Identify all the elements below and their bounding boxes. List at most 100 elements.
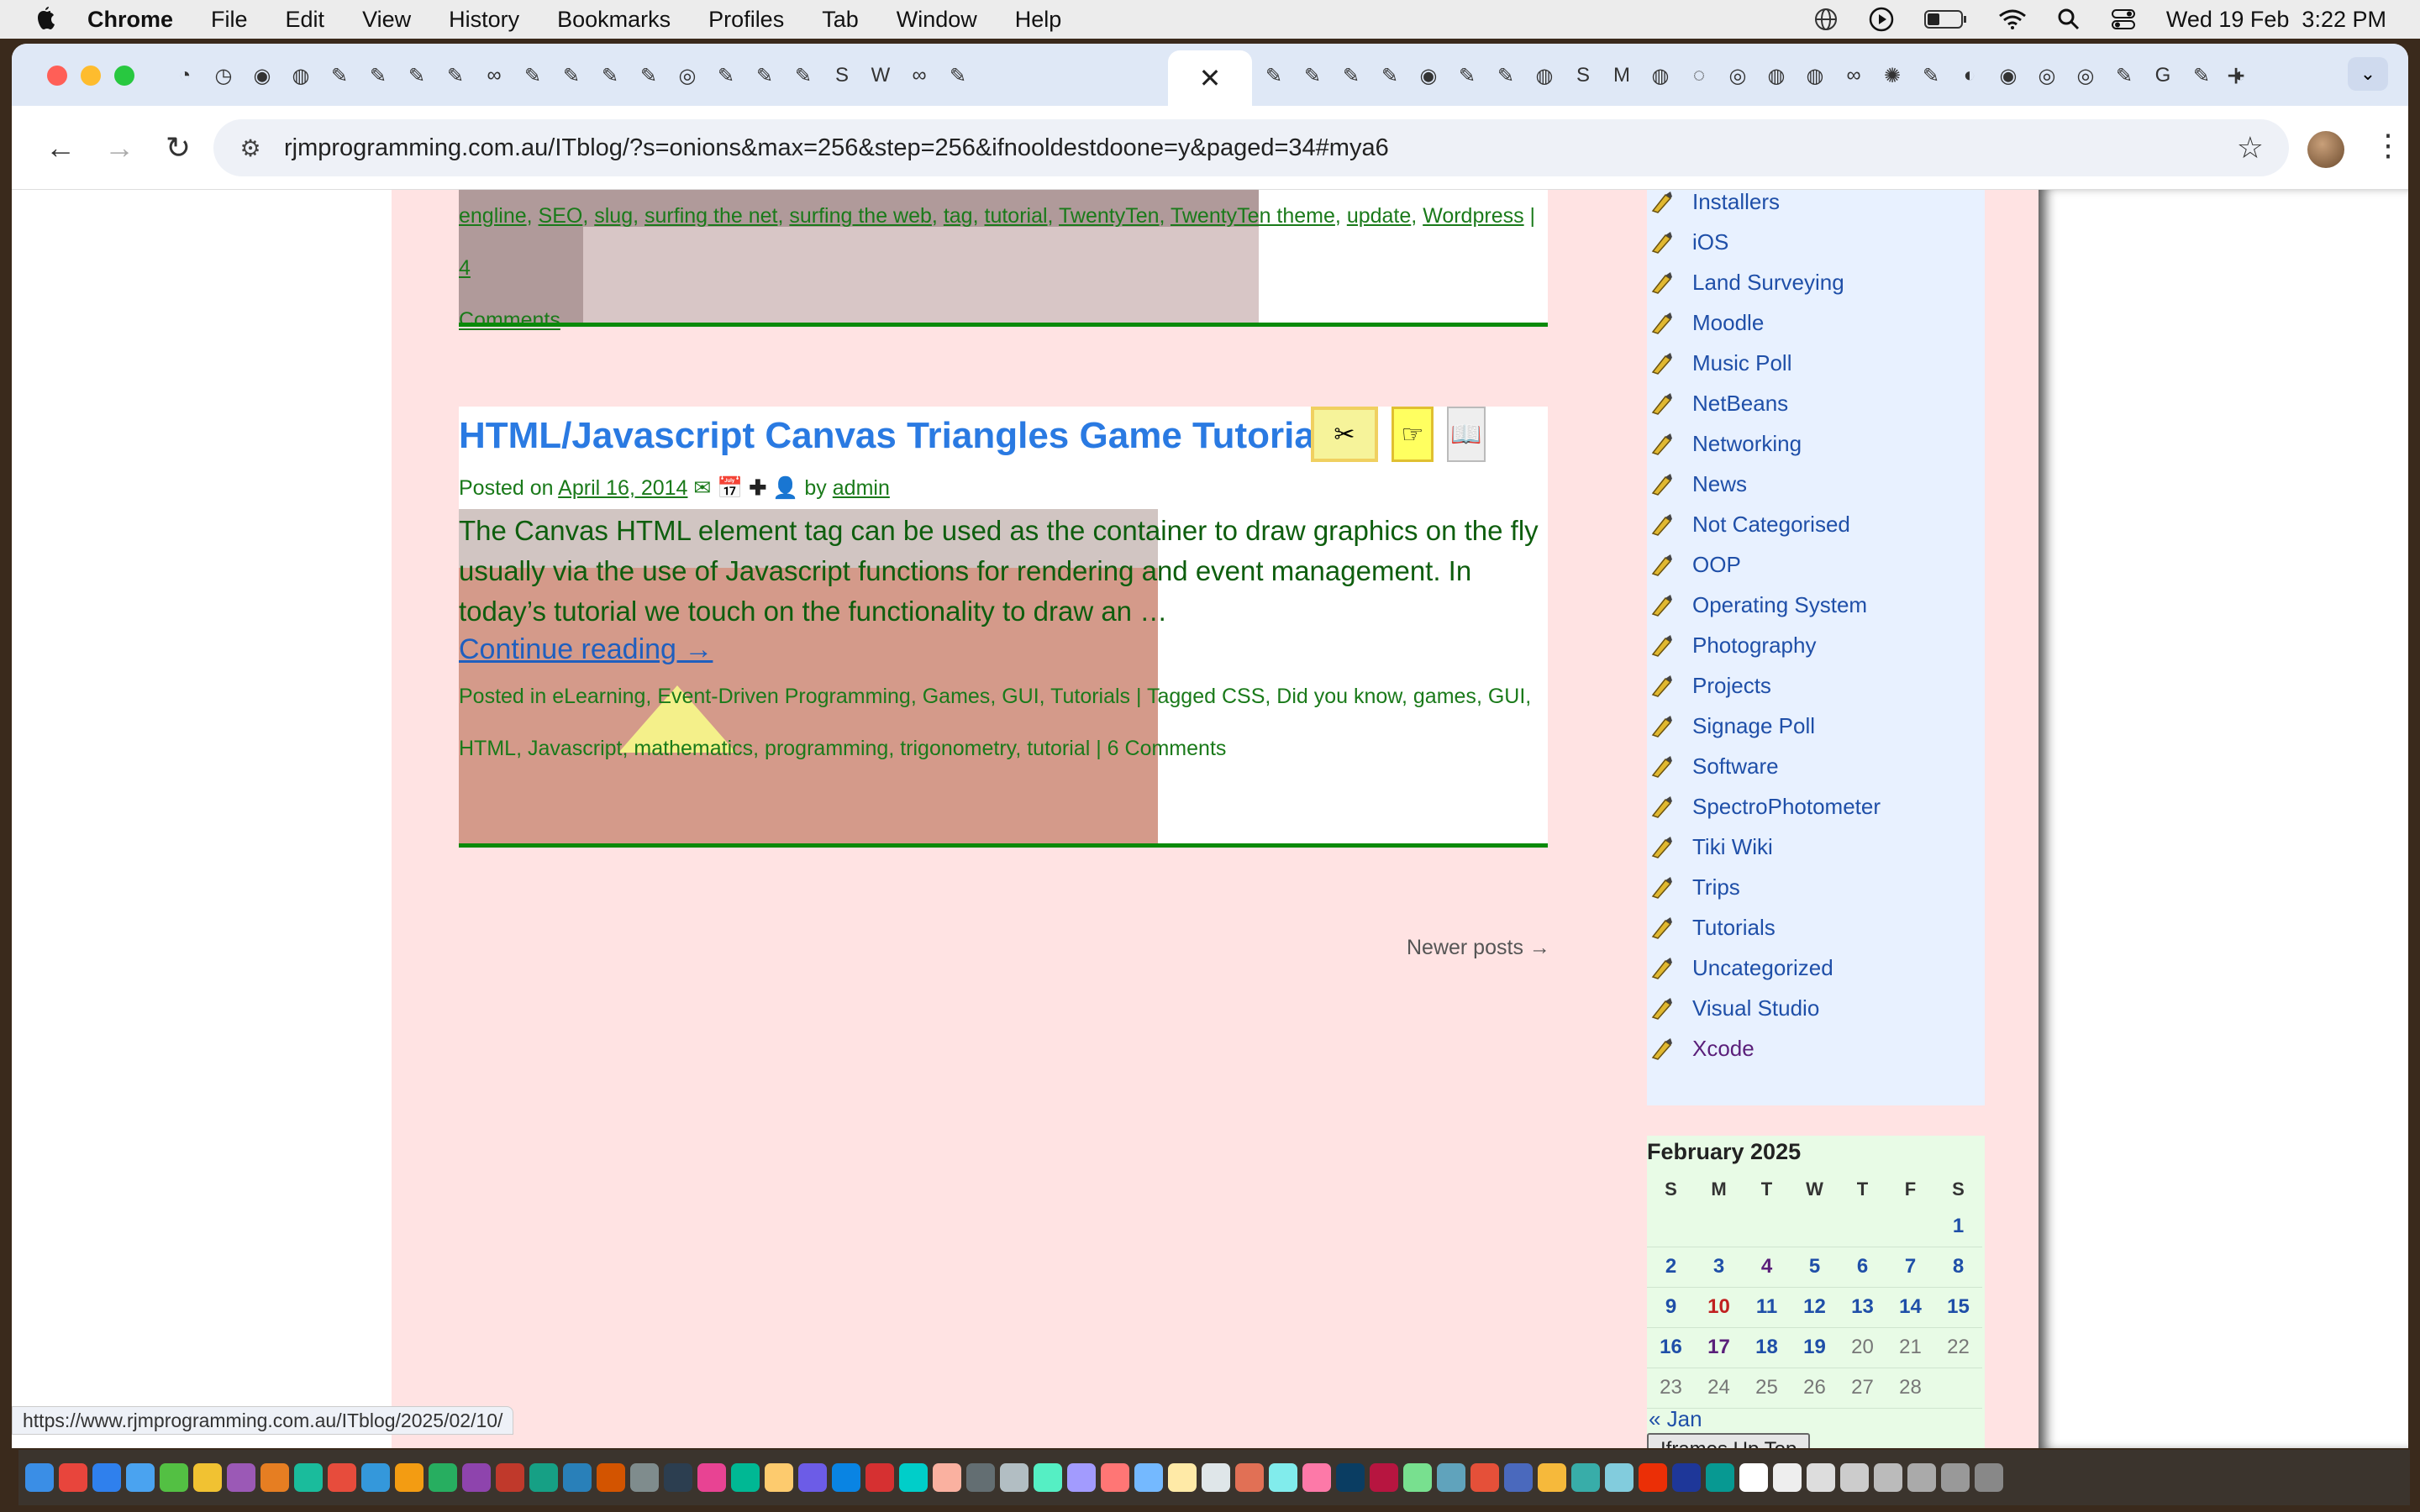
newer-posts-link[interactable]: Newer posts →	[1407, 936, 1550, 960]
calendar-day[interactable]: 4	[1743, 1247, 1791, 1288]
dock-app-icon[interactable]	[361, 1463, 390, 1492]
apple-logo-icon[interactable]	[34, 6, 57, 33]
category-item[interactable]: Trips	[1647, 867, 1881, 907]
tag-link[interactable]: eLearning	[552, 685, 645, 708]
menu-edit[interactable]: Edit	[286, 7, 325, 33]
category-label[interactable]: OOP	[1692, 552, 1741, 578]
dock-app-icon[interactable]	[1134, 1463, 1163, 1492]
tag-link[interactable]: engline	[459, 204, 527, 228]
calendar-day[interactable]: 1	[1934, 1206, 1982, 1247]
category-item[interactable]: Xcode	[1647, 1028, 1881, 1068]
dock-app-icon[interactable]	[1336, 1463, 1365, 1492]
tab-favicon-icon[interactable]: ✎	[439, 59, 472, 92]
tag-link[interactable]: TwentyTen theme	[1171, 204, 1335, 228]
dock-app-icon[interactable]	[1739, 1463, 1768, 1492]
tab-favicon-icon[interactable]: ✎	[632, 59, 666, 92]
window-zoom-button[interactable]	[114, 66, 134, 86]
menu-view[interactable]: View	[362, 7, 411, 33]
tab-favicon-icon[interactable]: ◎	[2069, 59, 2102, 92]
tag-link[interactable]: Did you know	[1276, 685, 1402, 708]
menu-app-chrome[interactable]: Chrome	[87, 7, 173, 33]
tag-link[interactable]: tutorial	[1027, 737, 1090, 760]
tab-favicon-icon[interactable]: ◍	[1528, 59, 1561, 92]
category-label[interactable]: SpectroPhotometer	[1692, 794, 1881, 820]
tag-link[interactable]: Event-Driven Programming	[657, 685, 911, 708]
category-item[interactable]: News	[1647, 464, 1881, 504]
tab-favicon-icon[interactable]: ∞	[902, 59, 936, 92]
tag-link[interactable]: surfing the net	[644, 204, 777, 228]
comments-link[interactable]: Comments	[459, 308, 560, 332]
category-item[interactable]: Visual Studio	[1647, 988, 1881, 1028]
menu-file[interactable]: File	[211, 7, 248, 33]
dock-app-icon[interactable]	[1706, 1463, 1734, 1492]
calendar-day[interactable]: 19	[1791, 1327, 1839, 1368]
tag-link[interactable]: CSS	[1222, 685, 1265, 708]
calendar-day[interactable]: 17	[1695, 1327, 1743, 1368]
category-item[interactable]: Music Poll	[1647, 343, 1881, 383]
tag-link[interactable]: tutorial	[985, 204, 1048, 228]
calendar-day[interactable]: 12	[1791, 1287, 1839, 1328]
calendar-day[interactable]: 14	[1886, 1287, 1934, 1328]
email-icon[interactable]: ✉	[693, 476, 711, 500]
tag-link[interactable]: TwentyTen	[1059, 204, 1160, 228]
dock-app-icon[interactable]	[1403, 1463, 1432, 1492]
dock-app-icon[interactable]	[294, 1463, 323, 1492]
forward-arrow-icon[interactable]: →	[94, 123, 145, 173]
dock-app-icon[interactable]	[1672, 1463, 1701, 1492]
category-label[interactable]: NetBeans	[1692, 391, 1788, 417]
calendar-day[interactable]: 7	[1886, 1247, 1934, 1288]
address-bar[interactable]: ⚙ rjmprogramming.com.au/ITblog/?s=onions…	[213, 119, 2289, 176]
tab-favicon-icon[interactable]: ✎	[1373, 59, 1407, 92]
tab-favicon-icon[interactable]: M	[1605, 59, 1639, 92]
menu-history[interactable]: History	[449, 7, 519, 33]
dock-app-icon[interactable]	[1874, 1463, 1902, 1492]
tag-link[interactable]: Javascript	[528, 737, 623, 760]
dock-app-icon[interactable]	[1437, 1463, 1465, 1492]
tab-favicon-icon[interactable]: ◌	[1682, 59, 1716, 92]
dock-app-icon[interactable]	[765, 1463, 793, 1492]
tab-favicon-icon[interactable]: ✎	[555, 59, 588, 92]
category-item[interactable]: NetBeans	[1647, 383, 1881, 423]
category-item[interactable]: Land Surveying	[1647, 262, 1881, 302]
dock-app-icon[interactable]	[160, 1463, 188, 1492]
tab-favicon-icon[interactable]: ✎	[593, 59, 627, 92]
category-label[interactable]: Projects	[1692, 673, 1771, 699]
tab-favicon-icon[interactable]: ✎	[400, 59, 434, 92]
category-label[interactable]: News	[1692, 471, 1747, 497]
category-item[interactable]: SpectroPhotometer	[1647, 786, 1881, 827]
menu-tab[interactable]: Tab	[822, 7, 859, 33]
dock-app-icon[interactable]	[1639, 1463, 1667, 1492]
tab-favicon-icon[interactable]: ◷	[207, 59, 240, 92]
dock-app-icon[interactable]	[395, 1463, 424, 1492]
profile-avatar[interactable]	[2307, 131, 2344, 168]
category-label[interactable]: Tiki Wiki	[1692, 834, 1773, 860]
iframes-up-top-button[interactable]: Iframes Up Top	[1647, 1433, 1811, 1448]
tab-favicon-icon[interactable]: ✎	[1334, 59, 1368, 92]
category-label[interactable]: Software	[1692, 753, 1779, 780]
bookmark-star-icon[interactable]: ☆	[2237, 130, 2264, 165]
category-label[interactable]: Operating System	[1692, 592, 1867, 618]
dock-app-icon[interactable]	[1269, 1463, 1297, 1492]
tab-favicon-icon[interactable]: ◍	[1760, 59, 1793, 92]
dock-app-icon[interactable]	[899, 1463, 928, 1492]
category-item[interactable]: Photography	[1647, 625, 1881, 665]
control-center-icon[interactable]	[2111, 8, 2136, 31]
url-text[interactable]: rjmprogramming.com.au/ITblog/?s=onions&m…	[284, 134, 1389, 162]
tab-favicon-icon[interactable]: ◍	[1644, 59, 1677, 92]
calendar-icon[interactable]: 📅	[717, 476, 743, 500]
dock-app-icon[interactable]	[1235, 1463, 1264, 1492]
category-item[interactable]: Tiki Wiki	[1647, 827, 1881, 867]
category-item[interactable]: Software	[1647, 746, 1881, 786]
category-item[interactable]: Operating System	[1647, 585, 1881, 625]
calendar-day[interactable]: 9	[1647, 1287, 1695, 1328]
tag-link[interactable]: trigonometry	[900, 737, 1015, 760]
tab-favicon-icon[interactable]: ✎	[1914, 59, 1948, 92]
window-close-button[interactable]	[47, 66, 67, 86]
dock-app-icon[interactable]	[25, 1463, 54, 1492]
menubar-clock[interactable]: Wed 19 Feb 3:22 PM	[2166, 7, 2386, 33]
dock-app-icon[interactable]	[1034, 1463, 1062, 1492]
tab-favicon-icon[interactable]: S	[825, 59, 859, 92]
dock-app-icon[interactable]	[664, 1463, 692, 1492]
plus-icon[interactable]: ✚	[749, 476, 766, 500]
category-label[interactable]: Networking	[1692, 431, 1802, 457]
